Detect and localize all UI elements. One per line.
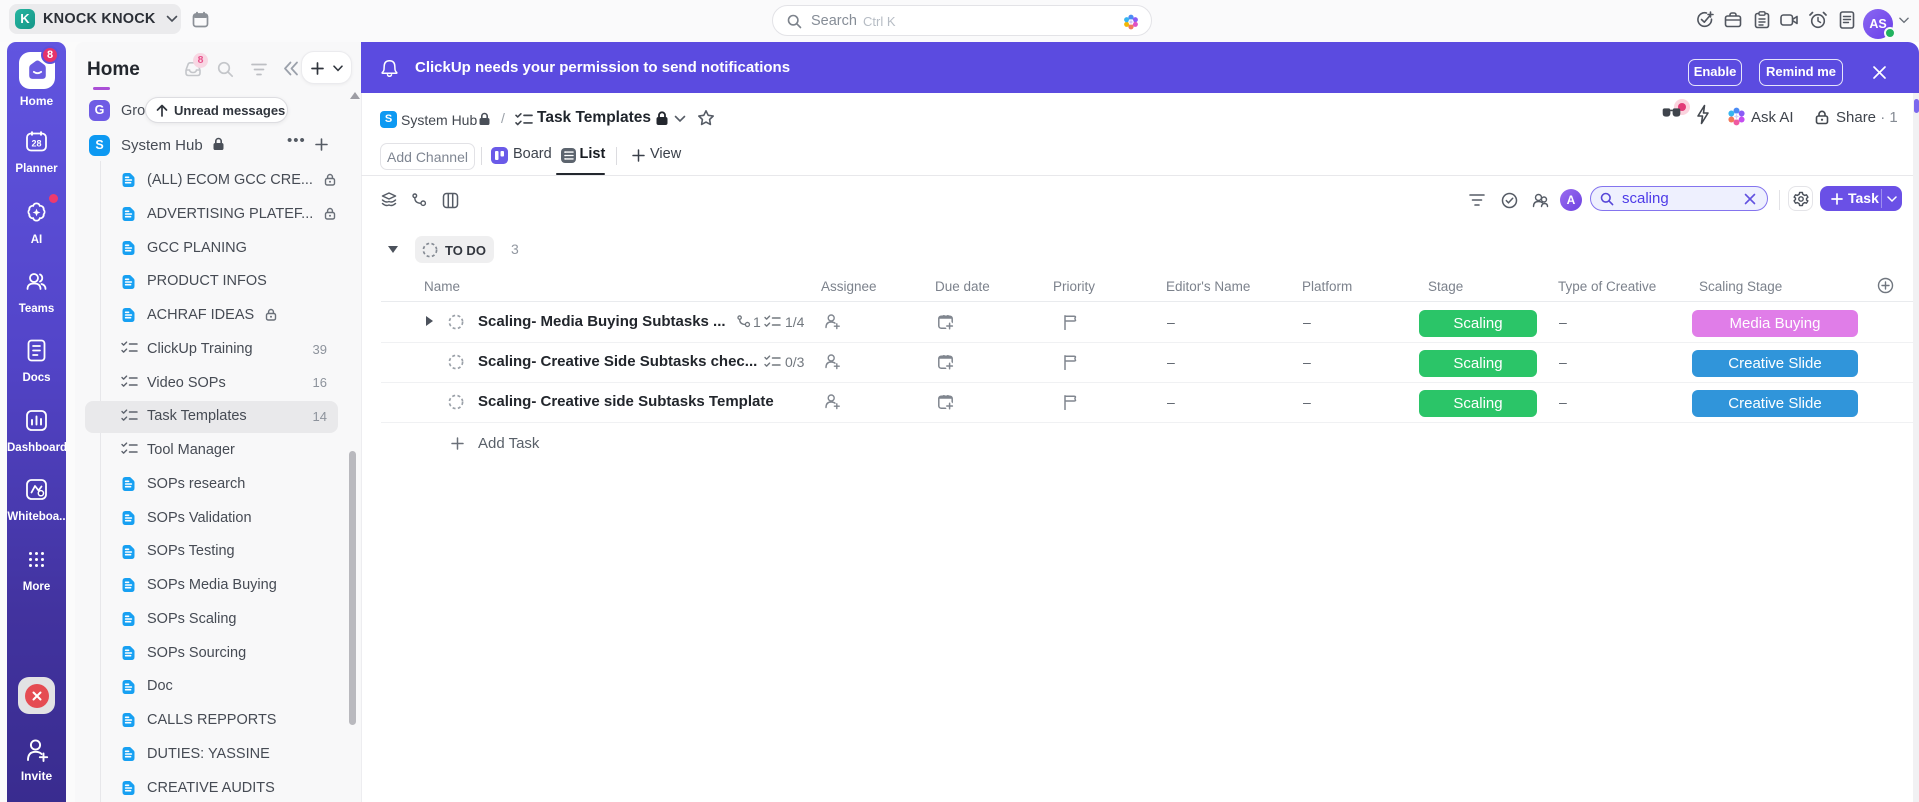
svg-text:28: 28 xyxy=(31,139,41,149)
